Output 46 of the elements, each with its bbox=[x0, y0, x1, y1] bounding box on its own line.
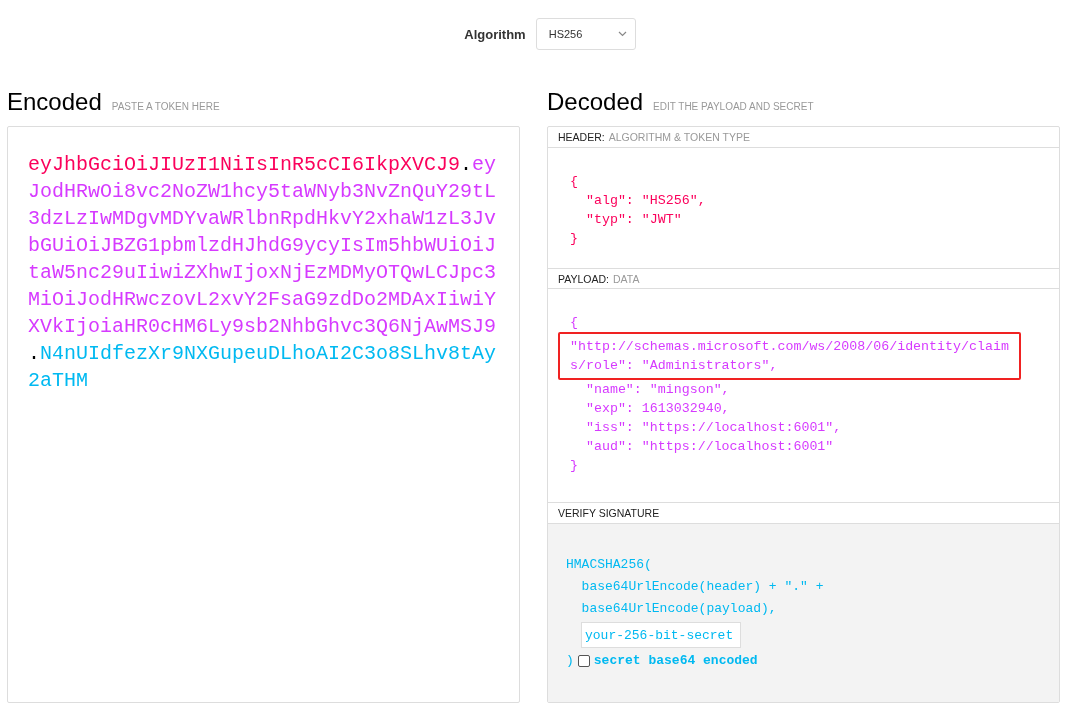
json-line: } bbox=[570, 457, 579, 476]
verify-signature-label: VERIFY SIGNATURE bbox=[558, 507, 660, 520]
token-text: JodHRwOi8vc2NoZW1hcy5taWNyb3NvZnQuY29tL bbox=[28, 180, 497, 203]
decoded-heading: Decoded bbox=[547, 88, 644, 116]
checkbox-label: secret base64 encoded bbox=[593, 652, 758, 670]
secret-input[interactable]: your-256-bit-secret bbox=[581, 622, 741, 648]
json-line: "iss": "https://localhost:6001", bbox=[584, 419, 843, 438]
token-separator: . bbox=[28, 342, 40, 365]
token-text: XVkIjoiaHR0cHM6Ly9sb2NhbGhvc3Q6NjAwMSJ9 bbox=[28, 315, 497, 338]
token-editor[interactable] bbox=[7, 126, 520, 703]
chevron-down-icon bbox=[617, 31, 627, 37]
token-text: eyJhbGciOiJIUzI1NiIsInR5cCI6IkpXVCJ9 bbox=[28, 153, 461, 176]
algorithm-label: Algorithm bbox=[464, 26, 526, 42]
json-line: "alg": "HS256", bbox=[584, 191, 707, 210]
json-line: "http://schemas.microsoft.com/ws/2008/06/identity/claim bbox=[570, 338, 1009, 357]
payload-json-editor[interactable]: { "http://schemas.microsoft.com/ws/2008/06/identity/claim s/role": "Administrators", "name": "mingson", "exp": 1613032940, "iss": "https://localhost:6001", "aud": "https://localhost:6001" } bbox=[548, 289, 1059, 504]
header-json-editor[interactable]: { "alg": "HS256", "typ": "JWT" } bbox=[548, 147, 1059, 269]
header-sublabel: ALGORITHM & TOKEN TYPE bbox=[608, 130, 750, 143]
token-text: MiOiJodHRwczovL2xvY2FsaG9zdDo2MDAxIiwiY bbox=[28, 288, 497, 311]
json-line: "aud": "https://localhost:6001" bbox=[584, 438, 835, 457]
json-line: "name": "mingson", bbox=[584, 381, 731, 400]
json-line: { bbox=[570, 314, 579, 333]
json-line: } bbox=[570, 229, 579, 248]
payload-sublabel: DATA bbox=[612, 272, 640, 285]
json-line: s/role": "Administrators", bbox=[570, 357, 779, 376]
token-text: taW5nc29uIiwiZXhwIjoxNjEzMDMyOTQwLCJpc3 bbox=[28, 261, 497, 284]
decoded-hint: EDIT THE PAYLOAD AND SECRET bbox=[653, 101, 814, 112]
token-text: ey bbox=[472, 153, 497, 176]
encoded-hint: PASTE A TOKEN HERE bbox=[111, 101, 220, 112]
closing-paren: ) bbox=[566, 652, 574, 670]
json-line: "exp": 1613032940, bbox=[584, 400, 731, 419]
algorithm-dropdown[interactable]: HS256 bbox=[535, 18, 636, 50]
token-text: 2aTHM bbox=[28, 369, 88, 392]
signature-code-line: base64UrlEncode(header) + "." + bbox=[580, 578, 825, 596]
header-label: HEADER: bbox=[558, 130, 605, 143]
signature-code-line: base64UrlEncode(payload), bbox=[580, 600, 778, 618]
token-text: N4nUIdfezXr9NXGupeuDLhoAI2C3o8SLhv8tAy bbox=[40, 342, 497, 365]
json-line: "typ": "JWT" bbox=[584, 210, 683, 229]
json-line: { bbox=[570, 172, 579, 191]
signature-code-line: HMACSHA256( bbox=[566, 556, 653, 574]
encoded-heading: Encoded bbox=[7, 88, 102, 116]
token-text: 3dzLzIwMDgvMDYvaWRlbnRpdHkvY2xhaW1zL3Jv bbox=[28, 207, 497, 230]
payload-label: PAYLOAD: bbox=[558, 272, 609, 285]
token-text: bGUiOiJBZG1pbmlzdHJhdG9ycyIsIm5hbWUiOiJ bbox=[28, 234, 497, 257]
checkbox[interactable] bbox=[577, 655, 590, 667]
token-separator: . bbox=[460, 153, 473, 176]
